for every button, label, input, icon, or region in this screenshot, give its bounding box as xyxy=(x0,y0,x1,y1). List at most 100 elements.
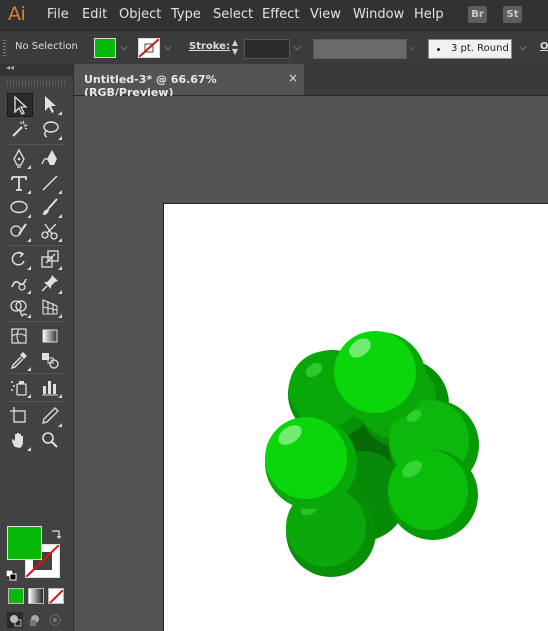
stroke-color-swatch[interactable] xyxy=(138,38,160,58)
blend-icon xyxy=(42,353,59,369)
tool-separator xyxy=(9,401,64,402)
selection-arrow-icon xyxy=(14,95,28,115)
tool-separator xyxy=(9,144,64,145)
ellipse-tool[interactable] xyxy=(7,196,31,218)
gradient-tool[interactable] xyxy=(38,325,62,347)
sphere-top[interactable] xyxy=(334,331,426,424)
gradient-icon xyxy=(42,329,58,343)
symbol-sprayer-tool[interactable] xyxy=(7,376,31,398)
sphere-right-bottom[interactable] xyxy=(388,450,478,540)
pen-nib-icon xyxy=(13,148,25,168)
curvature-pen-icon xyxy=(41,150,57,165)
app-logo: Ai xyxy=(8,3,26,25)
ellipse-icon xyxy=(10,200,28,214)
stroke-weight-chevron-icon[interactable]: ⌵ xyxy=(290,38,304,58)
magic-wand-tool[interactable] xyxy=(7,118,31,140)
magnifier-icon xyxy=(42,432,58,448)
control-bar-grip[interactable] xyxy=(3,40,6,56)
none-mode-button[interactable] xyxy=(48,588,64,604)
canvas-area[interactable] xyxy=(74,96,548,631)
paintbrush-tool[interactable] xyxy=(38,196,62,218)
perspective-grid-tool[interactable] xyxy=(38,296,62,318)
tool-separator xyxy=(9,373,64,374)
mesh-tool[interactable] xyxy=(7,325,31,347)
shape-builder-icon xyxy=(10,300,28,317)
stroke-label[interactable]: Stroke: xyxy=(189,41,230,52)
menu-edit[interactable]: Edit xyxy=(82,7,107,22)
line-segment-tool[interactable] xyxy=(38,172,62,194)
zoom-tool[interactable] xyxy=(38,429,62,451)
rotate-icon xyxy=(11,251,25,266)
slice-tool[interactable] xyxy=(38,405,62,427)
default-fill-stroke-icon[interactable] xyxy=(5,566,17,581)
tools-panel: ◂◂ xyxy=(0,63,74,631)
variable-width-profile-field[interactable] xyxy=(313,39,407,59)
paintbrush-icon xyxy=(43,198,58,215)
puppet-warp-tool[interactable] xyxy=(38,272,62,294)
brush-chevron-icon[interactable]: ⌵ xyxy=(516,38,530,58)
fill-color-swatch[interactable] xyxy=(94,38,116,58)
fill-dropdown-chevron-icon[interactable]: ⌵ xyxy=(117,38,131,58)
collapse-panel-icon[interactable]: ◂◂ xyxy=(6,63,14,72)
rotate-tool[interactable] xyxy=(7,248,31,270)
sphere-left-front[interactable] xyxy=(265,417,357,509)
selection-status: No Selection xyxy=(15,41,78,52)
magic-wand-icon xyxy=(12,120,28,137)
swap-fill-stroke-icon[interactable] xyxy=(50,525,62,539)
menu-object[interactable]: Object xyxy=(119,7,161,22)
column-graph-icon xyxy=(42,381,58,396)
curvature-tool[interactable] xyxy=(38,147,62,169)
draw-normal-button[interactable] xyxy=(7,612,23,628)
brush-definition-field[interactable]: 3 pt. Round xyxy=(428,39,512,59)
menu-view[interactable]: View xyxy=(310,7,341,22)
illustrator-window: Ai File Edit Object Type Select Effect V… xyxy=(0,0,548,631)
hand-icon xyxy=(12,433,23,448)
scale-icon xyxy=(41,250,59,268)
tools-panel-grip[interactable] xyxy=(7,80,65,86)
stock-button[interactable]: St xyxy=(503,6,522,23)
scale-tool[interactable] xyxy=(38,248,62,270)
artboard-tool[interactable] xyxy=(7,405,31,427)
opacity-label[interactable]: O xyxy=(540,41,548,52)
lasso-tool[interactable] xyxy=(38,118,62,140)
menu-file[interactable]: File xyxy=(47,7,69,22)
close-icon[interactable]: × xyxy=(288,71,298,85)
draw-inside-button[interactable] xyxy=(47,612,63,628)
blend-tool[interactable] xyxy=(38,349,62,371)
line-segment-icon xyxy=(42,175,58,191)
type-tool[interactable] xyxy=(7,172,31,194)
stroke-weight-stepper[interactable]: ▲ ▼ xyxy=(228,38,242,58)
bridge-button[interactable]: Br xyxy=(468,6,487,23)
menu-bar: Ai File Edit Object Type Select Effect V… xyxy=(0,0,548,30)
stroke-dropdown-chevron-icon[interactable]: ⌵ xyxy=(161,38,175,58)
slice-knife-icon xyxy=(42,407,59,424)
direct-selection-arrow-icon xyxy=(45,96,56,113)
eyedropper-tool[interactable] xyxy=(7,349,31,371)
scissors-tool[interactable] xyxy=(38,220,62,242)
shape-builder-tool[interactable] xyxy=(7,296,31,318)
menu-effect[interactable]: Effect xyxy=(262,7,299,22)
variable-width-chevron-icon[interactable]: ⌵ xyxy=(405,38,419,58)
gradient-mode-button[interactable] xyxy=(28,588,44,604)
pen-tool[interactable] xyxy=(7,147,31,169)
warp-tool[interactable] xyxy=(7,272,31,294)
hand-tool[interactable] xyxy=(7,429,31,451)
color-mode-button[interactable] xyxy=(8,588,24,604)
direct-selection-tool[interactable] xyxy=(38,93,62,115)
grape-cluster-artwork[interactable] xyxy=(74,96,548,631)
stroke-weight-input[interactable] xyxy=(244,39,290,59)
menu-select[interactable]: Select xyxy=(213,7,253,22)
shaper-pencil-icon xyxy=(10,223,27,237)
menu-type[interactable]: Type xyxy=(171,7,201,22)
menu-window[interactable]: Window xyxy=(353,7,404,22)
column-graph-tool[interactable] xyxy=(38,376,62,398)
selection-tool[interactable] xyxy=(7,93,33,117)
mesh-icon xyxy=(11,328,27,344)
document-tab[interactable]: Untitled-3* @ 66.67% (RGB/Preview) × xyxy=(74,64,304,99)
menu-help[interactable]: Help xyxy=(414,7,444,22)
control-bar: No Selection ⌵ ⌵ Stroke: ▲ ▼ ⌵ ⌵ 3 pt. Ro… xyxy=(0,30,548,65)
type-t-icon xyxy=(11,176,27,191)
draw-behind-button[interactable] xyxy=(27,612,43,628)
fill-swatch-large[interactable] xyxy=(7,526,42,560)
shaper-tool[interactable] xyxy=(7,220,31,242)
